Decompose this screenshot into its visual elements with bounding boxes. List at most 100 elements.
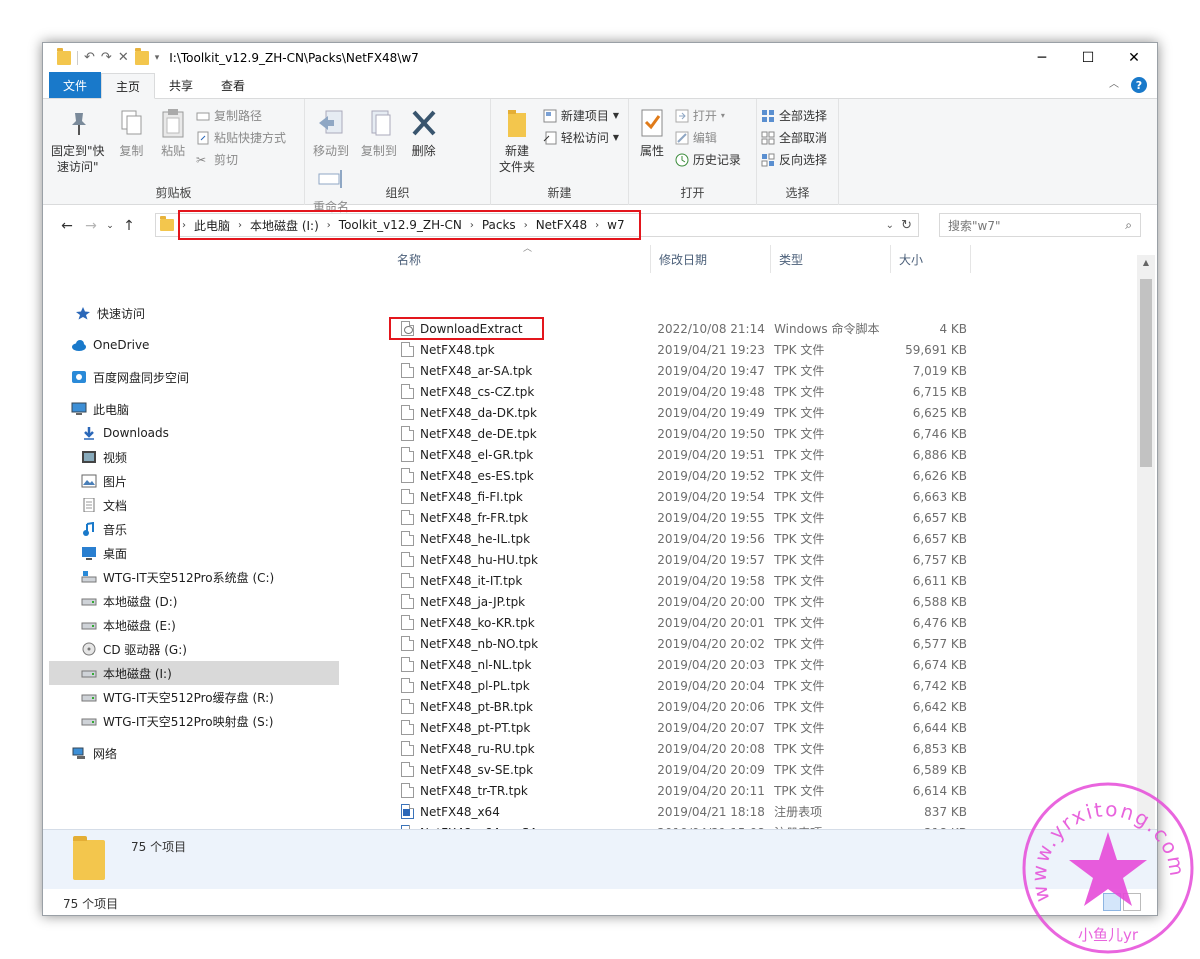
move-to-button[interactable]: 移动到 — [309, 105, 353, 161]
file-row[interactable]: NetFX48_hu-HU.tpk 2019/04/20 19:57 TPK 文件 6… — [347, 549, 967, 570]
column-type[interactable]: 类型 — [771, 245, 891, 273]
select-none-button[interactable]: 全部取消 — [761, 129, 827, 146]
paste-shortcut-button[interactable]: 粘贴快捷方式 — [196, 129, 286, 146]
file-row[interactable]: NetFX48_x64 2019/04/21 18:18 注册表项 837 KB — [347, 801, 967, 822]
file-row[interactable]: NetFX48_pt-BR.tpk 2019/04/20 20:06 TPK 文件 6… — [347, 696, 967, 717]
new-folder-quick-icon[interactable] — [134, 48, 149, 65]
nav-item[interactable]: WTG-IT天空512Pro系统盘 (C:) — [49, 565, 339, 589]
nav-item[interactable]: 文档 — [49, 493, 339, 517]
address-dropdown-icon[interactable]: ⌄ — [886, 220, 894, 231]
file-row[interactable]: NetFX48_ar-SA.tpk 2019/04/20 19:47 TPK 文件 7… — [347, 360, 967, 381]
cut-button[interactable]: ✂ 剪切 — [196, 151, 286, 168]
minimize-button[interactable]: ─ — [1019, 43, 1065, 73]
column-date[interactable]: 修改日期 — [651, 245, 771, 273]
edit-button[interactable]: 编辑 — [675, 129, 741, 146]
tab-file[interactable]: 文件 — [49, 72, 102, 98]
new-item-button[interactable]: 新建项目 ▼ — [543, 107, 619, 124]
tab-home[interactable]: 主页 — [101, 73, 156, 99]
file-row[interactable]: NetFX48_ko-KR.tpk 2019/04/20 20:01 TPK 文件 6… — [347, 612, 967, 633]
file-row[interactable]: NetFX48_nl-NL.tpk 2019/04/20 20:03 TPK 文件 6… — [347, 654, 967, 675]
nav-item[interactable]: 图片 — [49, 469, 339, 493]
nav-item[interactable]: 快速访问 — [49, 301, 339, 325]
file-row[interactable]: NetFX48_de-DE.tpk 2019/04/20 19:50 TPK 文件 6… — [347, 423, 967, 444]
file-row[interactable]: NetFX48_ru-RU.tpk 2019/04/20 20:08 TPK 文件 6… — [347, 738, 967, 759]
nav-item[interactable]: 音乐 — [49, 517, 339, 541]
open-button[interactable]: 打开 ▾ — [675, 107, 741, 124]
copy-to-button[interactable]: 复制到 — [357, 105, 401, 161]
nav-item[interactable]: 视频 — [49, 445, 339, 469]
up-icon[interactable]: ↑ — [117, 218, 141, 234]
nav-item[interactable]: 网络 — [49, 741, 339, 765]
file-row[interactable]: NetFX48_ja-JP.tpk 2019/04/20 20:00 TPK 文件 6… — [347, 591, 967, 612]
nav-item[interactable]: 本地磁盘 (I:) — [49, 661, 339, 685]
breadcrumb-item[interactable]: w7 — [599, 218, 632, 232]
nav-item[interactable]: 本地磁盘 (D:) — [49, 589, 339, 613]
breadcrumb-item[interactable]: Packs — [474, 218, 524, 232]
nav-item[interactable]: WTG-IT天空512Pro缓存盘 (R:) — [49, 685, 339, 709]
file-row[interactable]: NetFX48_cs-CZ.tpk 2019/04/20 19:48 TPK 文件 6… — [347, 381, 967, 402]
breadcrumb-item[interactable]: Toolkit_v12.9_ZH-CN — [331, 218, 470, 232]
file-row[interactable]: NetFX48_he-IL.tpk 2019/04/20 19:56 TPK 文件 6… — [347, 528, 967, 549]
pin-quick-access-button[interactable]: 固定到"快 速访问" — [47, 105, 109, 177]
file-date: 2019/04/20 19:51 — [657, 447, 765, 462]
file-row[interactable]: NetFX48_fi-FI.tpk 2019/04/20 19:54 TPK 文件 6… — [347, 486, 967, 507]
maximize-button[interactable]: ☐ — [1065, 43, 1111, 73]
refresh-icon[interactable]: ↻ — [901, 218, 912, 233]
tab-view[interactable]: 查看 — [207, 72, 259, 98]
nav-item[interactable]: 桌面 — [49, 541, 339, 565]
column-size[interactable]: 大小 — [891, 245, 971, 273]
forward-icon[interactable]: → — [79, 218, 103, 234]
customize-toolbar-icon[interactable]: ▾ — [155, 51, 160, 65]
breadcrumb-item[interactable]: 此电脑 — [186, 217, 238, 234]
search-input[interactable]: 搜索"w7" ⌕ — [939, 213, 1141, 237]
breadcrumb-item[interactable]: 本地磁盘 (I:) — [242, 217, 327, 234]
properties-button[interactable]: 属性 — [633, 105, 671, 161]
invert-selection-button[interactable]: 反向选择 — [761, 151, 827, 168]
delete-button[interactable]: 删除 — [405, 105, 443, 161]
file-name-cell: NetFX48_es-ES.tpk — [389, 468, 543, 483]
back-icon[interactable]: ← — [55, 218, 79, 234]
select-all-button[interactable]: 全部选择 — [761, 107, 827, 124]
nav-item[interactable]: OneDrive — [49, 333, 339, 357]
file-row[interactable]: NetFX48_pt-PT.tpk 2019/04/20 20:07 TPK 文件 6… — [347, 717, 967, 738]
recent-locations-icon[interactable]: ⌄ — [103, 221, 117, 231]
collapse-ribbon-icon[interactable]: ︿ — [1109, 78, 1119, 92]
file-icon — [401, 426, 414, 441]
nav-item[interactable]: 此电脑 — [49, 397, 339, 421]
file-row[interactable]: NetFX48_pl-PL.tpk 2019/04/20 20:04 TPK 文件 6… — [347, 675, 967, 696]
scroll-thumb[interactable] — [1140, 279, 1152, 467]
copy-path-button[interactable]: 复制路径 — [196, 107, 286, 124]
address-bar[interactable]: › 此电脑 › 本地磁盘 (I:) › Toolkit_v12.9_ZH-CN … — [155, 210, 919, 240]
column-name[interactable]: 名称 — [389, 245, 651, 273]
nav-item[interactable]: 本地磁盘 (E:) — [49, 613, 339, 637]
close-button[interactable]: ✕ — [1111, 43, 1157, 73]
help-icon[interactable]: ? — [1131, 77, 1147, 93]
history-button[interactable]: 历史记录 — [675, 151, 741, 168]
file-row[interactable]: NetFX48_el-GR.tpk 2019/04/20 19:51 TPK 文件 6… — [347, 444, 967, 465]
paste-button[interactable]: 粘贴 — [154, 105, 192, 161]
file-row[interactable]: NetFX48_nb-NO.tpk 2019/04/20 20:02 TPK 文件 6… — [347, 633, 967, 654]
file-icon — [401, 384, 414, 399]
delete-quick-icon[interactable]: ✕ — [118, 51, 129, 65]
vertical-scrollbar[interactable]: ▲ — [1137, 255, 1155, 829]
tab-share[interactable]: 共享 — [155, 72, 207, 98]
file-row[interactable]: DownloadExtract 2022/10/08 21:14 Windows 命… — [347, 317, 967, 340]
nav-item[interactable]: WTG-IT天空512Pro映射盘 (S:) — [49, 709, 339, 733]
file-row[interactable]: NetFX48.tpk 2019/04/21 19:23 TPK 文件 59,691 … — [347, 339, 967, 360]
breadcrumb-item[interactable]: NetFX48 — [528, 218, 595, 232]
redo-icon[interactable]: ↷ — [101, 51, 112, 65]
undo-icon[interactable]: ↶ — [84, 51, 95, 65]
easy-access-button[interactable]: 轻松访问 ▼ — [543, 129, 619, 146]
nav-item[interactable]: CD 驱动器 (G:) — [49, 637, 339, 661]
new-folder-button[interactable]: 新建 文件夹 — [495, 105, 539, 177]
file-row[interactable]: NetFX48_es-ES.tpk 2019/04/20 19:52 TPK 文件 6… — [347, 465, 967, 486]
nav-item[interactable]: 百度网盘同步空间 — [49, 365, 339, 389]
file-row[interactable]: NetFX48_da-DK.tpk 2019/04/20 19:49 TPK 文件 6… — [347, 402, 967, 423]
copy-button[interactable]: 复制 — [112, 105, 150, 161]
nav-item[interactable]: Downloads — [49, 421, 339, 445]
file-row[interactable]: NetFX48_fr-FR.tpk 2019/04/20 19:55 TPK 文件 6… — [347, 507, 967, 528]
scroll-up-icon[interactable]: ▲ — [1137, 255, 1155, 271]
file-row[interactable]: NetFX48_tr-TR.tpk 2019/04/20 20:11 TPK 文件 6… — [347, 780, 967, 801]
file-row[interactable]: NetFX48_sv-SE.tpk 2019/04/20 20:09 TPK 文件 6… — [347, 759, 967, 780]
file-row[interactable]: NetFX48_it-IT.tpk 2019/04/20 19:58 TPK 文件 6… — [347, 570, 967, 591]
